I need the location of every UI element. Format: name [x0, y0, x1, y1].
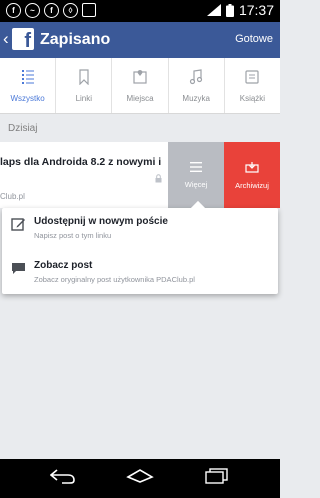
tab-label: Miejsca [126, 93, 154, 103]
tab-links[interactable]: Linki [55, 58, 111, 113]
book-icon [245, 69, 260, 84]
tab-label: Linki [75, 93, 93, 103]
clock: 17:37 [238, 2, 274, 18]
home-icon[interactable] [125, 468, 155, 484]
music-note-icon [190, 68, 203, 84]
page-title: Zapisano [40, 31, 111, 48]
more-label: Więcej [184, 179, 208, 189]
speech-bubble-icon [12, 263, 25, 274]
notification-icons: f ~ f ◊ [6, 3, 96, 18]
tab-places[interactable]: Miejsca [111, 58, 167, 113]
menu-item-subtitle: Napisz post o tym linku [34, 231, 112, 240]
image-icon [82, 3, 96, 17]
app-bar: ‹ f Zapisano Gotowe [0, 22, 280, 58]
more-options-menu: Udostępnij w nowym poście Napisz post o … [2, 200, 278, 294]
signal-icon [206, 4, 221, 16]
facebook-icon: f [6, 3, 21, 18]
filter-tabs: Wszystko Linki Miejsca Muzyka Książki [0, 58, 280, 114]
menu-icon [190, 161, 202, 172]
facebook-logo-icon[interactable]: f [12, 28, 34, 52]
tab-all[interactable]: Wszystko [0, 58, 55, 113]
shield-icon: ◊ [63, 3, 78, 18]
list-icon [21, 69, 34, 84]
back-arrow-icon[interactable]: ‹ [3, 29, 9, 49]
map-icon [133, 69, 147, 84]
tab-label: Książki [239, 93, 266, 103]
compose-icon [11, 218, 25, 231]
section-header-today: Dzisiaj [8, 123, 38, 134]
facebook-icon: f [44, 3, 59, 18]
tab-books[interactable]: Książki [223, 58, 280, 113]
battery-icon [225, 3, 234, 17]
saved-item-title: laps dla Androida 8.2 z nowymi i [0, 156, 162, 168]
messenger-icon: ~ [25, 3, 40, 18]
navigation-bar [0, 459, 280, 498]
menu-item-title: Zobacz post [34, 260, 93, 271]
tab-label: Wszystko [10, 93, 45, 103]
menu-item-subtitle: Zobacz oryginalny post użytkownika PDACl… [34, 275, 195, 284]
tab-label: Muzyka [182, 93, 210, 103]
saved-item-domain: Club.pl [0, 192, 25, 201]
menu-item-share-new-post[interactable]: Udostępnij w nowym poście Napisz post o … [2, 208, 278, 250]
lock-icon [155, 174, 162, 183]
menu-item-title: Udostępnij w nowym poście [34, 216, 168, 227]
more-button[interactable]: Więcej [168, 142, 224, 208]
archive-label: Archiwizuj [235, 180, 269, 190]
bookmark-icon [79, 68, 89, 85]
back-icon[interactable] [50, 468, 76, 484]
archive-button[interactable]: Archiwizuj [224, 142, 280, 208]
menu-item-view-post[interactable]: Zobacz post Zobacz oryginalny post użytk… [2, 252, 278, 294]
recent-apps-icon[interactable] [205, 468, 229, 484]
done-button[interactable]: Gotowe [235, 33, 273, 45]
archive-icon [245, 161, 259, 173]
tab-music[interactable]: Muzyka [167, 58, 224, 113]
status-bar: f ~ f ◊ 17:37 [0, 0, 280, 22]
